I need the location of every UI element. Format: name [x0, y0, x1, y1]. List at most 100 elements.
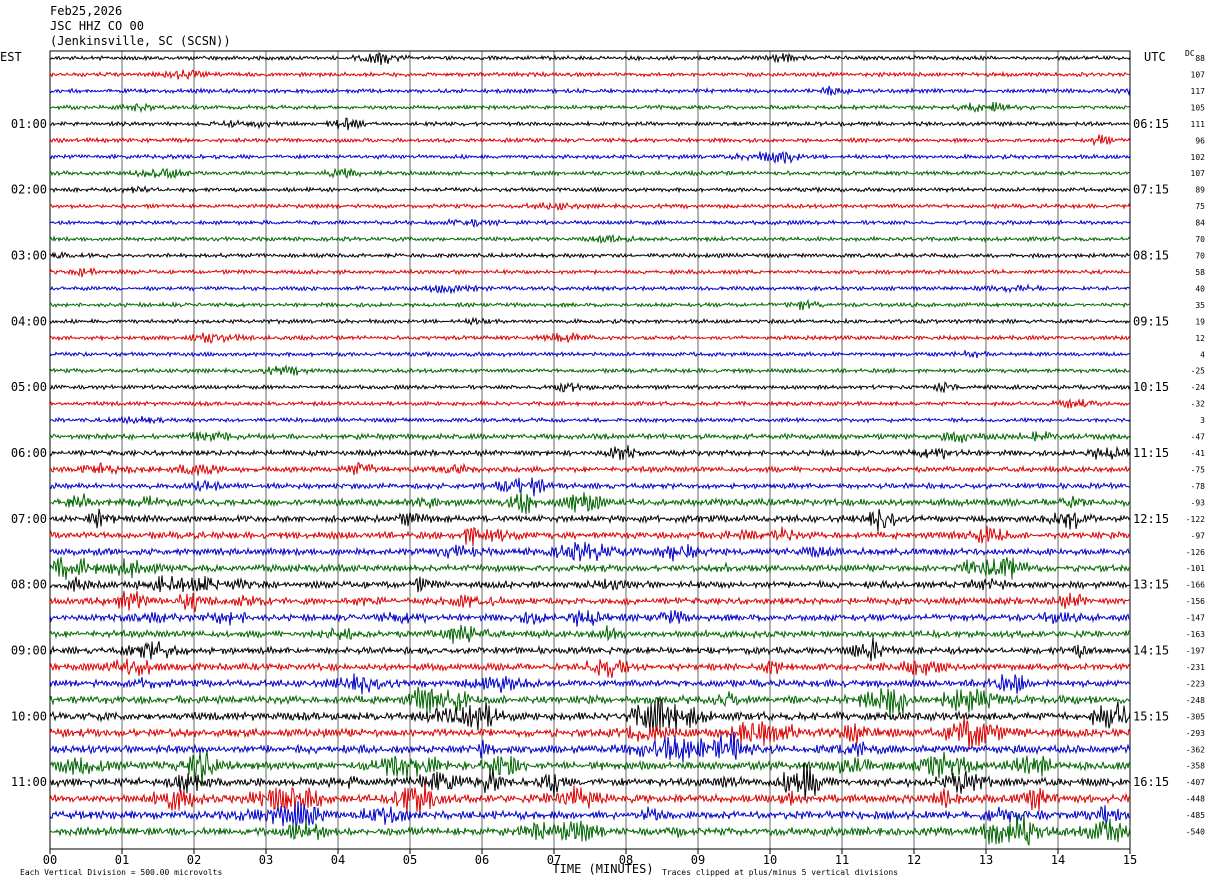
dc-offset-label: 107 [1191, 70, 1206, 79]
dc-offset-label: -362 [1186, 745, 1205, 754]
x-tick-label: 06 [475, 853, 489, 867]
trace-row [49, 491, 1131, 515]
dc-offset-label: -101 [1186, 564, 1205, 573]
dc-offset-label: -231 [1186, 663, 1205, 672]
dc-offset-label: -448 [1186, 795, 1205, 804]
dc-offset-label: 12 [1195, 334, 1205, 343]
trace-row [49, 298, 1131, 311]
trace-row [49, 541, 1131, 562]
dc-offset-label: -122 [1186, 515, 1205, 524]
dc-offset-label: -41 [1191, 449, 1206, 458]
trace-row [49, 397, 1131, 409]
trace-row [49, 800, 1131, 831]
header-date: Feb25,2026 [50, 4, 123, 18]
trace-row [49, 782, 1131, 816]
right-hour-label: 06:15 [1133, 117, 1169, 131]
trace-row [49, 85, 1131, 97]
dc-offset-label: -407 [1186, 778, 1205, 787]
x-tick-label: 12 [907, 853, 921, 867]
dc-offset-label: 111 [1191, 120, 1206, 129]
trace-row [49, 201, 1131, 211]
dc-offset-label: 19 [1195, 317, 1205, 326]
dc-offset-label: 40 [1195, 284, 1205, 293]
seismic-traces [49, 52, 1131, 846]
trace-row [49, 69, 1131, 81]
dc-offset-label: -293 [1186, 729, 1205, 738]
trace-row [49, 610, 1131, 627]
dc-offset-label: -47 [1191, 433, 1206, 442]
dc-offset-label: 84 [1195, 219, 1205, 228]
trace-row [49, 430, 1131, 444]
dc-offset-label: 4 [1200, 350, 1205, 359]
trace-row [49, 117, 1131, 131]
trace-row [49, 267, 1131, 278]
dc-offset-label: -540 [1186, 828, 1205, 837]
right-timezone-label: UTC [1144, 50, 1166, 64]
dc-offset-label: 88 [1195, 54, 1205, 63]
dc-offset-label: 107 [1191, 169, 1206, 178]
dc-offset-label: -223 [1186, 679, 1205, 688]
dc-offset-label: 96 [1195, 136, 1205, 145]
right-hour-label: 11:15 [1133, 446, 1169, 460]
trace-row [49, 508, 1131, 532]
dc-column-label: DC [1185, 49, 1195, 58]
header-station: JSC HHZ CO 00 [50, 19, 144, 33]
right-hour-label: 09:15 [1133, 314, 1169, 328]
dc-offset-label: 105 [1191, 103, 1206, 112]
trace-row [49, 381, 1131, 394]
trace-row [49, 813, 1131, 846]
x-tick-label: 05 [403, 853, 417, 867]
left-time-labels: 01:00 02:00 03:00 04:00 05:00 06:00 07:00 08:00… [11, 117, 47, 789]
dc-offset-label: -78 [1191, 482, 1206, 491]
left-hour-label: 05:00 [11, 380, 47, 394]
trace-row [49, 350, 1131, 359]
trace-row [49, 658, 1131, 679]
left-timezone-label: EST [0, 50, 22, 64]
dc-offset-label: -32 [1191, 400, 1206, 409]
right-hour-label: 13:15 [1133, 578, 1169, 592]
trace-row [49, 332, 1131, 344]
dc-offset-label: 102 [1191, 153, 1206, 162]
x-tick-label: 10 [763, 853, 777, 867]
dc-offset-label: -305 [1186, 712, 1205, 721]
trace-row [49, 150, 1131, 164]
x-axis-title: TIME (MINUTES) [552, 862, 653, 876]
left-hour-label: 04:00 [11, 314, 47, 328]
header-location: (Jenkinsville, SC (SCSN)) [50, 34, 231, 48]
trace-row [49, 134, 1131, 147]
trace-row [49, 673, 1131, 695]
trace-row [49, 316, 1131, 326]
trace-row [49, 167, 1131, 180]
left-hour-label: 01:00 [11, 117, 47, 131]
trace-row [49, 185, 1131, 194]
x-tick-label: 09 [691, 853, 705, 867]
dc-offset-label: -97 [1191, 531, 1206, 540]
dc-offset-label: -197 [1186, 647, 1205, 656]
x-tick-label: 15 [1123, 853, 1137, 867]
trace-row [49, 590, 1131, 613]
trace-row [49, 415, 1131, 425]
left-hour-label: 03:00 [11, 249, 47, 263]
dc-offset-label: 70 [1195, 235, 1205, 244]
trace-row [49, 717, 1131, 751]
x-tick-label: 03 [259, 853, 273, 867]
right-hour-label: 12:15 [1133, 512, 1169, 526]
left-hour-label: 02:00 [11, 183, 47, 197]
x-tick-label: 11 [835, 853, 849, 867]
trace-row [49, 52, 1131, 66]
trace-row [49, 624, 1131, 644]
trace-row [49, 445, 1131, 461]
trace-row [49, 686, 1131, 720]
dc-offset-label: 75 [1195, 202, 1205, 211]
dc-offset-label: -248 [1186, 696, 1205, 705]
dc-offset-label: 89 [1195, 186, 1205, 195]
dc-offset-label: 3 [1200, 416, 1205, 425]
x-tick-label: 02 [187, 853, 201, 867]
dc-offset-label: -25 [1191, 367, 1206, 376]
dc-offset-label: 117 [1191, 87, 1206, 96]
x-tick-label: 14 [1051, 853, 1065, 867]
x-tick-label: 04 [331, 853, 345, 867]
right-hour-label: 07:15 [1133, 183, 1169, 197]
right-hour-label: 14:15 [1133, 644, 1169, 658]
helicorder-plot: 00 01 02 03 04 05 06 07 08 09 10 11 12 13 14 15 01:0002… [11, 50, 1206, 877]
